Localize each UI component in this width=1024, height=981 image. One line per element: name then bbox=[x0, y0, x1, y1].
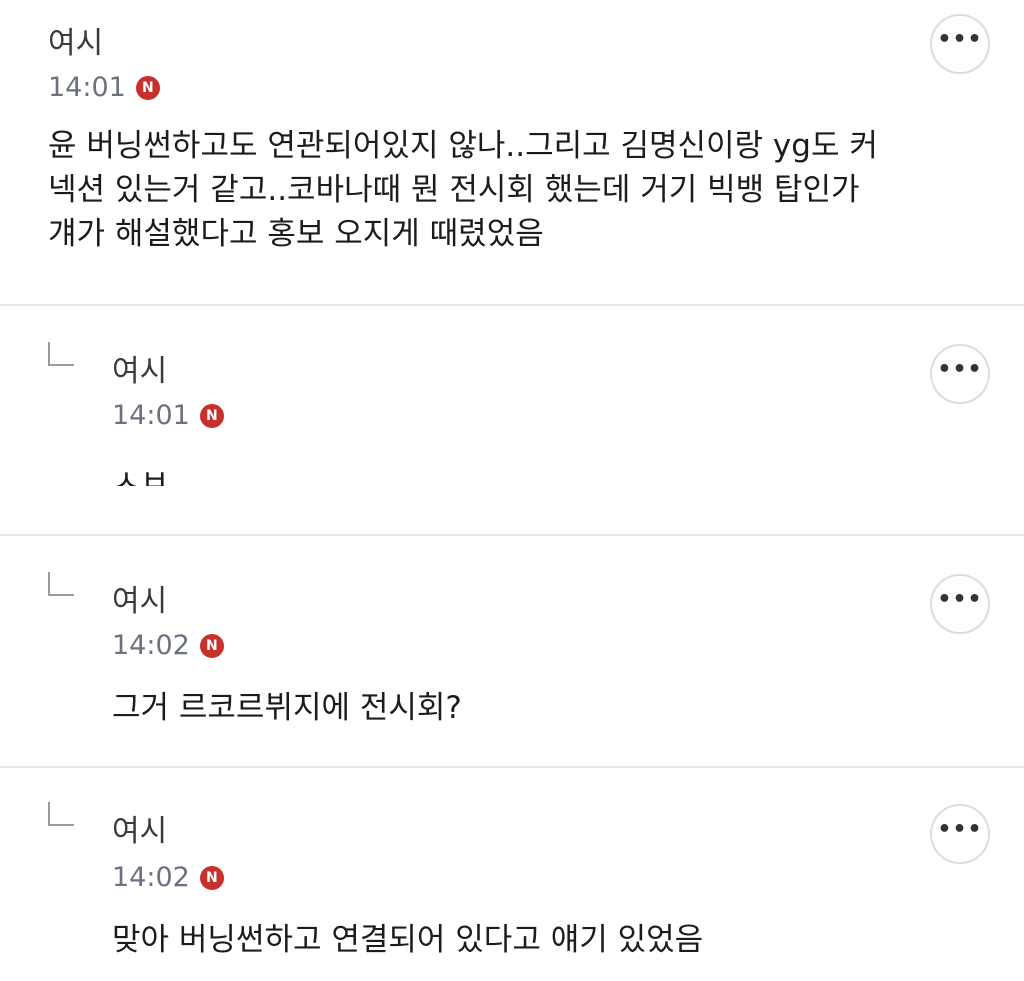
more-dots-icon: ••• bbox=[937, 357, 983, 382]
new-badge-icon: N bbox=[199, 404, 224, 428]
comment-text: 윤 버닝썬하고도 연관되어있지 않나..그리고 김명신이랑 yg도 커 넥션 있… bbox=[48, 124, 878, 256]
comment-text-line: 걔가 해설했다고 홍보 오지게 때렸었음 bbox=[48, 216, 544, 252]
new-badge-icon: N bbox=[199, 866, 224, 890]
reply-arrow-icon bbox=[48, 342, 74, 366]
comment-author[interactable]: 여시 bbox=[112, 584, 167, 620]
comment-author[interactable]: 여시 bbox=[112, 354, 167, 390]
reply-arrow-icon bbox=[48, 802, 74, 826]
reply-comment-item: 여시 14:01 N ••• ㅅㅂ bbox=[0, 306, 1024, 536]
more-dots-icon: ••• bbox=[937, 587, 983, 612]
comment-meta: 14:02 N bbox=[112, 630, 224, 662]
comment-meta: 14:01 N bbox=[48, 72, 160, 104]
comment-text: 그거 르코르뷔지에 전시회? bbox=[112, 686, 462, 730]
comment-item: 여시 14:01 N ••• 윤 버닝썬하고도 연관되어있지 않나..그리고 김… bbox=[0, 0, 1024, 306]
reply-arrow-icon bbox=[48, 572, 74, 596]
comment-author[interactable]: 여시 bbox=[112, 814, 167, 850]
comment-meta: 14:01 N bbox=[112, 400, 224, 432]
comment-text: ㅅㅂ bbox=[112, 464, 169, 486]
more-options-button[interactable]: ••• bbox=[930, 14, 990, 74]
more-options-button[interactable]: ••• bbox=[930, 574, 990, 634]
comment-author[interactable]: 여시 bbox=[48, 26, 103, 62]
comment-time: 14:01 bbox=[112, 400, 190, 431]
comment-text-line: 맞아 버닝썬하고 연결되어 있다고 얘기 있었음 bbox=[112, 922, 704, 958]
new-badge-icon: N bbox=[199, 634, 224, 658]
comment-meta: 14:02 N bbox=[112, 862, 224, 894]
comment-text-line: 넥션 있는거 같고..코바나때 뭔 전시회 했는데 거기 빅뱅 탑인가 bbox=[48, 172, 860, 208]
more-options-button[interactable]: ••• bbox=[930, 344, 990, 404]
comment-text-line: ㅅㅂ bbox=[112, 464, 170, 486]
new-badge-icon: N bbox=[135, 76, 160, 100]
comment-time: 14:02 bbox=[112, 862, 190, 893]
comment-text-line: 그거 르코르뷔지에 전시회? bbox=[112, 690, 462, 726]
reply-comment-item: 여시 14:02 N ••• 맞아 버닝썬하고 연결되어 있다고 얘기 있었음 bbox=[0, 768, 1024, 981]
more-options-button[interactable]: ••• bbox=[930, 804, 990, 864]
reply-comment-item: 여시 14:02 N ••• 그거 르코르뷔지에 전시회? bbox=[0, 536, 1024, 768]
comment-text: 맞아 버닝썬하고 연결되어 있다고 얘기 있었음 bbox=[112, 918, 703, 962]
more-dots-icon: ••• bbox=[937, 27, 983, 52]
more-dots-icon: ••• bbox=[937, 817, 983, 842]
comment-time: 14:02 bbox=[112, 630, 190, 661]
comment-text-line: 윤 버닝썬하고도 연관되어있지 않나..그리고 김명신이랑 yg도 커 bbox=[48, 128, 878, 164]
comment-time: 14:01 bbox=[48, 72, 126, 103]
